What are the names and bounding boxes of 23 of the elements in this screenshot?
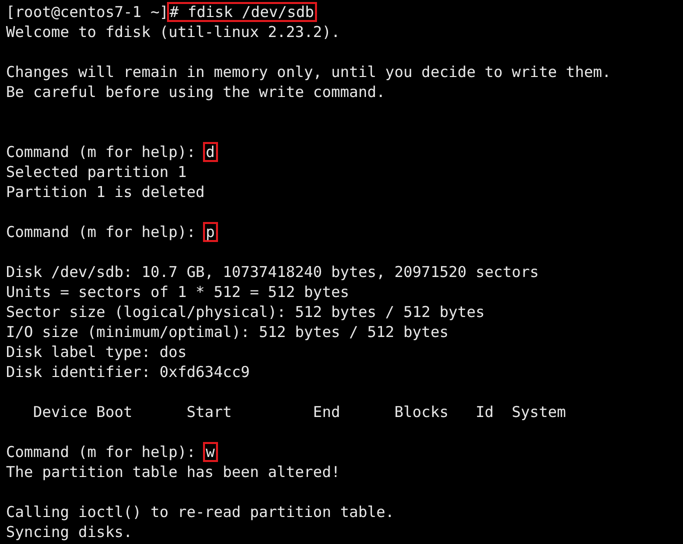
prompt-text: [root@centos7-1 ~] <box>6 2 169 22</box>
terminal-line: I/O size (minimum/optimal): 512 bytes / 512 bytes <box>6 322 449 342</box>
terminal-line: Selected partition 1 <box>6 162 187 182</box>
typed-command: d <box>202 142 218 162</box>
terminal-line: Disk /dev/sdb: 10.7 GB, 10737418240 bytes, 20971520 sectors <box>6 262 539 282</box>
terminal-line: Be careful before using the write command. <box>6 82 386 102</box>
terminal-line: Disk label type: dos <box>6 342 187 362</box>
typed-command: # fdisk /dev/sdb <box>166 2 318 22</box>
terminal-line: Units = sectors of 1 * 512 = 512 bytes <box>6 282 350 302</box>
terminal-line: The partition table has been altered! <box>6 462 340 482</box>
prompt-text: Command (m for help): <box>6 222 197 242</box>
terminal-line: Device Boot Start End Blocks Id System <box>32 402 566 422</box>
terminal-line: Sector size (logical/physical): 512 bytes / 512 bytes <box>6 302 485 322</box>
typed-command: p <box>202 222 218 242</box>
terminal-line: Partition 1 is deleted <box>6 182 205 202</box>
prompt-text: Command (m for help): <box>6 442 197 462</box>
terminal-line: Calling ioctl() to re-read partition table. <box>6 502 394 522</box>
typed-command: w <box>202 442 218 462</box>
terminal-line: Welcome to fdisk (util-linux 2.23.2). <box>6 22 340 42</box>
terminal-line: Syncing disks. <box>6 522 132 542</box>
prompt-text: Command (m for help): <box>6 142 197 162</box>
terminal-line: Changes will remain in memory only, until you decide to write them. <box>6 62 612 82</box>
terminal-line: Disk identifier: 0xfd634cc9 <box>6 362 250 382</box>
